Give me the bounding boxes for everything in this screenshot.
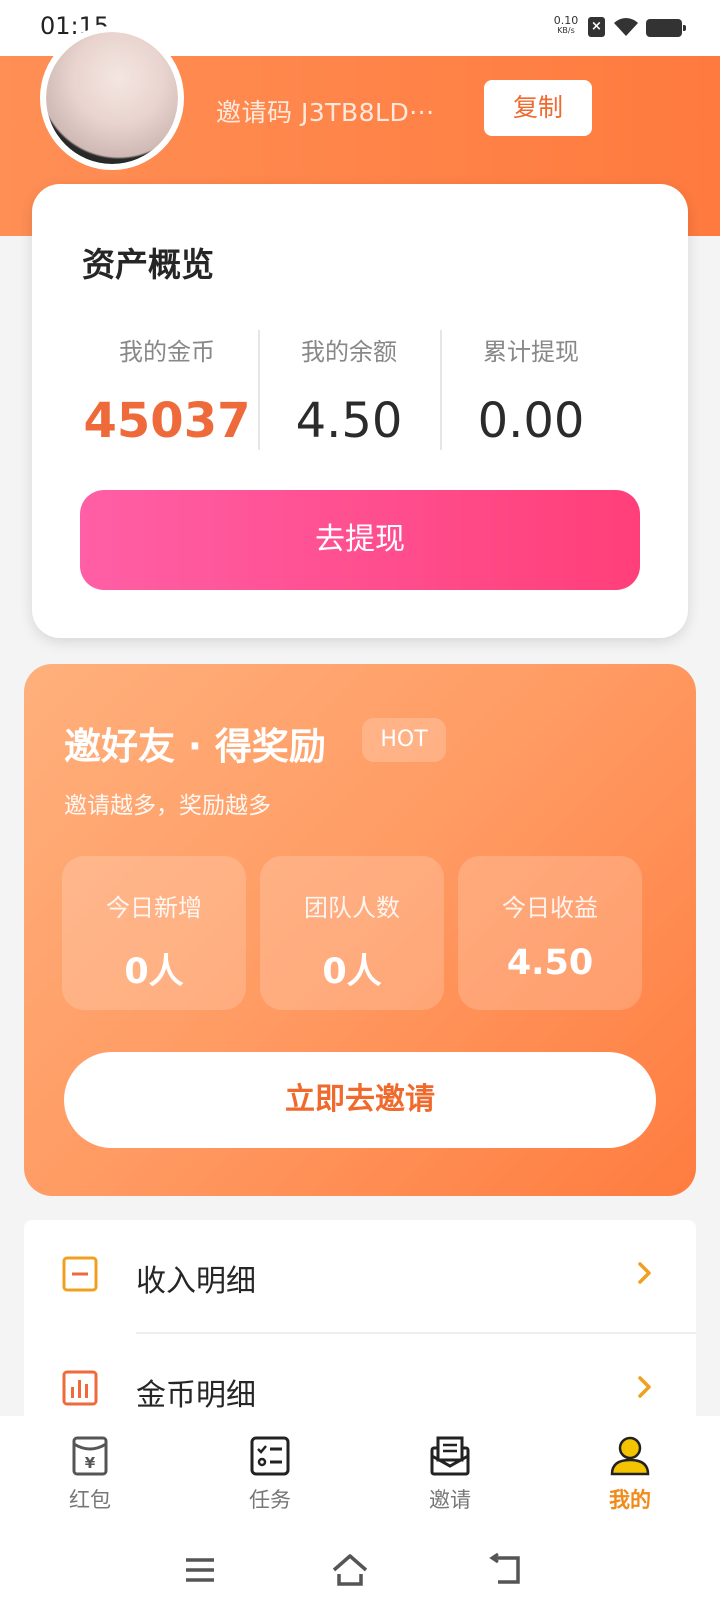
system-nav-bar bbox=[0, 1528, 720, 1612]
total-withdrawn-stat[interactable]: 累计提现 0.00 bbox=[438, 332, 624, 449]
avatar-image bbox=[46, 32, 178, 164]
today-new-value: 0人 bbox=[124, 952, 184, 992]
svg-text:¥: ¥ bbox=[85, 1454, 96, 1472]
menu-item-label: 金币明细 bbox=[136, 1378, 256, 1413]
withdraw-button[interactable]: 去提现 bbox=[80, 490, 640, 590]
tab-label: 任务 bbox=[249, 1488, 291, 1512]
chevron-right-icon bbox=[638, 1262, 651, 1284]
invite-now-button[interactable]: 立即去邀请 bbox=[64, 1052, 656, 1148]
battery-icon bbox=[646, 19, 686, 37]
coin-chart-icon bbox=[62, 1370, 98, 1406]
invite-envelope-icon bbox=[430, 1436, 470, 1476]
red-packet-icon: ¥ bbox=[72, 1436, 108, 1476]
invite-code-text: 邀请码 J3TB8LD··· bbox=[216, 98, 435, 127]
invite-card-title: 邀好友 · 得奖励 bbox=[64, 725, 326, 768]
my-balance-label: 我的余额 bbox=[301, 338, 397, 366]
today-new-label: 今日新增 bbox=[106, 894, 202, 922]
user-profile-icon bbox=[610, 1436, 650, 1476]
profile-page: 01:15 0.10 KB/s × 邀请码 J3TB8LD··· 复制 资产概览… bbox=[0, 0, 720, 1612]
my-coins-stat[interactable]: 我的金币 45037 bbox=[74, 332, 260, 449]
menu-item-income-detail[interactable]: 收入明细 bbox=[24, 1220, 696, 1334]
network-speed-unit: KB/s bbox=[557, 26, 575, 35]
asset-overview-card: 资产概览 我的金币 45037 我的余额 4.50 累计提现 0.00 去提现 bbox=[32, 184, 688, 638]
tab-tasks[interactable]: 任务 bbox=[180, 1416, 360, 1528]
tab-label: 邀请 bbox=[429, 1488, 471, 1512]
my-coins-value: 45037 bbox=[83, 393, 251, 449]
tab-red-packet[interactable]: ¥ 红包 bbox=[0, 1416, 180, 1528]
team-size-value: 0人 bbox=[322, 952, 382, 992]
chevron-right-icon bbox=[638, 1376, 651, 1398]
tab-me[interactable]: 我的 bbox=[540, 1416, 720, 1528]
invite-card-subtitle: 邀请越多，奖励越多 bbox=[64, 793, 271, 819]
hot-badge: HOT bbox=[362, 718, 446, 762]
today-new-stat: 今日新增 0人 bbox=[62, 856, 246, 1010]
today-earnings-stat: 今日收益 4.50 bbox=[458, 856, 642, 1010]
team-size-label: 团队人数 bbox=[304, 894, 400, 922]
copy-invite-code-button[interactable]: 复制 bbox=[484, 80, 592, 136]
bottom-tab-bar: ¥ 红包 任务 邀请 我的 bbox=[0, 1416, 720, 1528]
my-coins-label: 我的金币 bbox=[119, 338, 215, 366]
detail-menu-list: 收入明细 金币明细 bbox=[24, 1220, 696, 1440]
tab-label: 红包 bbox=[69, 1488, 111, 1512]
back-icon[interactable] bbox=[486, 1550, 526, 1590]
menu-item-label: 收入明细 bbox=[136, 1264, 256, 1299]
task-list-icon bbox=[250, 1436, 290, 1476]
today-earnings-value: 4.50 bbox=[506, 943, 594, 983]
income-detail-icon bbox=[62, 1256, 98, 1292]
avatar[interactable] bbox=[40, 26, 184, 170]
my-balance-stat[interactable]: 我的余额 4.50 bbox=[256, 332, 442, 449]
team-size-stat: 团队人数 0人 bbox=[260, 856, 444, 1010]
my-balance-value: 4.50 bbox=[295, 393, 403, 449]
tab-invite[interactable]: 邀请 bbox=[360, 1416, 540, 1528]
today-earnings-label: 今日收益 bbox=[502, 894, 598, 922]
menu-icon[interactable] bbox=[180, 1550, 220, 1590]
total-withdrawn-value: 0.00 bbox=[477, 393, 585, 449]
network-speed: 0.10 KB/s bbox=[552, 14, 580, 36]
network-speed-value: 0.10 bbox=[553, 14, 579, 27]
wifi-icon bbox=[614, 18, 638, 36]
tab-label: 我的 bbox=[609, 1488, 651, 1512]
invite-friends-card: 邀好友 · 得奖励 HOT 邀请越多，奖励越多 今日新增 0人 团队人数 0人 … bbox=[24, 664, 696, 1196]
home-icon[interactable] bbox=[330, 1550, 370, 1590]
total-withdrawn-label: 累计提现 bbox=[483, 338, 579, 366]
sim-disabled-icon: × bbox=[588, 17, 605, 37]
asset-overview-title: 资产概览 bbox=[82, 245, 214, 284]
